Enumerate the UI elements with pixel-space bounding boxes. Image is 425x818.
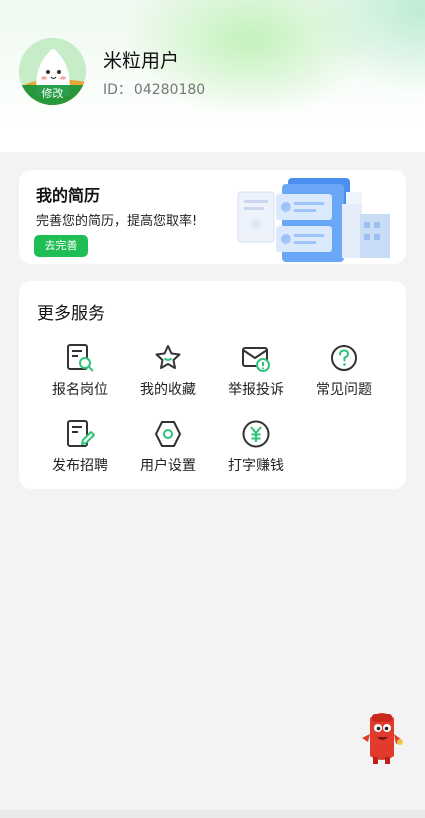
- service-label: 报名岗位: [52, 382, 108, 398]
- service-report[interactable]: 举报投诉: [216, 343, 296, 399]
- services-title: 更多服务: [37, 304, 105, 324]
- service-post-job[interactable]: 发布招聘: [40, 419, 120, 475]
- red-packet-mascot-icon[interactable]: [358, 708, 408, 766]
- service-typing-earn[interactable]: 打字赚钱: [216, 419, 296, 475]
- star-icon: [155, 345, 181, 369]
- complete-resume-button[interactable]: 去完善: [34, 235, 88, 257]
- report-envelope-icon: [242, 347, 270, 372]
- service-label: 打字赚钱: [228, 458, 284, 474]
- post-job-icon: [67, 420, 95, 447]
- more-services-card: 更多服务 报名岗位 我的收藏 举报投诉 常见问题 发布招聘 用户设置 打字赚钱: [19, 281, 406, 489]
- settings-hexagon-icon: [155, 421, 181, 447]
- avatar[interactable]: 修改: [19, 38, 86, 105]
- resume-title: 我的简历: [36, 186, 101, 205]
- application-search-icon: [67, 344, 94, 372]
- service-label: 常见问题: [316, 382, 372, 398]
- service-apply-job[interactable]: 报名岗位: [40, 343, 120, 399]
- profile-header: 修改 米粒用户 ID： 04280180: [0, 0, 425, 152]
- service-label: 用户设置: [140, 458, 196, 474]
- resume-description: 完善您的简历，提高您取率!: [36, 214, 198, 229]
- service-label: 举报投诉: [228, 382, 284, 398]
- resume-card[interactable]: 我的简历 完善您的简历，提高您取率! 去完善: [19, 170, 406, 264]
- service-faq[interactable]: 常见问题: [304, 343, 384, 399]
- bottom-bar: [0, 810, 425, 818]
- user-id: ID： 04280180: [103, 79, 205, 99]
- avatar-edit-label[interactable]: 修改: [19, 85, 86, 105]
- resume-illustration-icon: [237, 178, 390, 262]
- service-my-favorites[interactable]: 我的收藏: [128, 343, 208, 399]
- yuan-coin-icon: [242, 420, 270, 448]
- username: 米粒用户: [103, 50, 180, 72]
- user-id-label: ID：: [103, 82, 132, 98]
- service-label: 发布招聘: [52, 458, 108, 474]
- service-label: 我的收藏: [140, 382, 196, 398]
- user-id-value: 04280180: [133, 82, 206, 98]
- question-circle-icon: [331, 345, 357, 371]
- service-user-settings[interactable]: 用户设置: [128, 419, 208, 475]
